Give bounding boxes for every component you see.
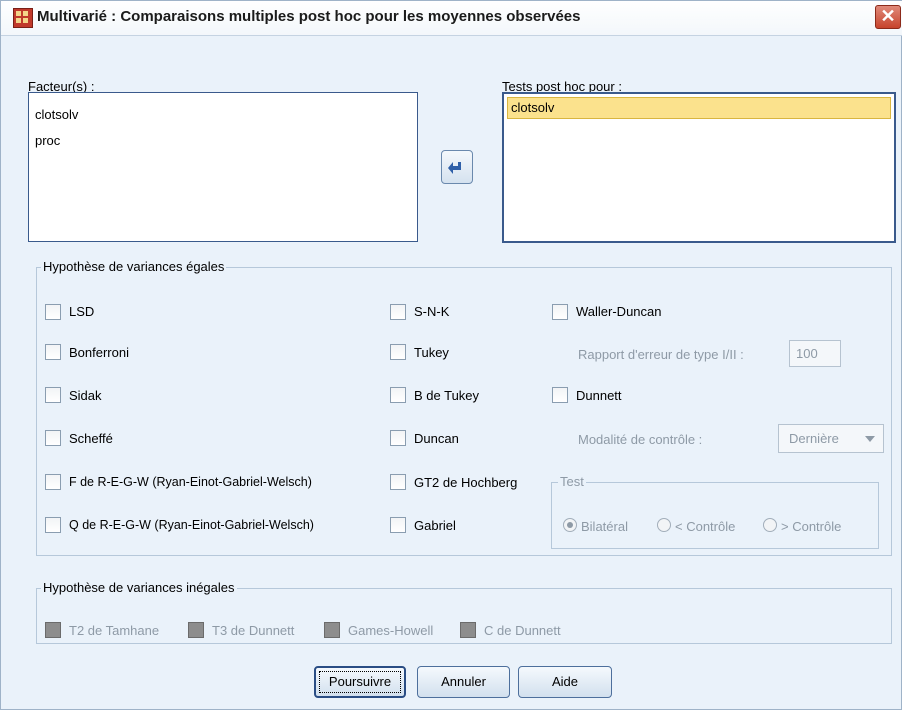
posthoc-item-label: clotsolv	[511, 100, 555, 115]
equal-variances-legend: Hypothèse de variances égales	[41, 259, 227, 274]
dunnett-t3-checkbox[interactable]	[188, 622, 204, 638]
greater-than-control-radio[interactable]	[763, 518, 777, 532]
factor-item-proc[interactable]: proc	[35, 133, 60, 148]
gabriel-checkbox[interactable]	[390, 517, 406, 533]
bonferroni-label: Bonferroni	[69, 345, 129, 360]
dunnett-checkbox[interactable]	[552, 387, 568, 403]
error-ratio-input[interactable]: 100	[789, 340, 841, 367]
scheffe-checkbox[interactable]	[45, 430, 61, 446]
dunnett-c-checkbox[interactable]	[460, 622, 476, 638]
unequal-variances-legend: Hypothèse de variances inégales	[41, 580, 237, 595]
duncan-checkbox[interactable]	[390, 430, 406, 446]
games-howell-checkbox[interactable]	[324, 622, 340, 638]
less-than-control-label: < Contrôle	[675, 519, 736, 534]
tamhane-t2-label: T2 de Tamhane	[69, 623, 160, 638]
test-subgroup: Test	[551, 474, 879, 549]
move-to-posthoc-button[interactable]	[441, 150, 473, 184]
tamhane-t2-checkbox[interactable]	[45, 622, 61, 638]
less-than-control-radio[interactable]	[657, 518, 671, 532]
waller-duncan-label: Waller-Duncan	[576, 304, 662, 319]
snk-label: S-N-K	[414, 304, 450, 319]
control-category-select[interactable]: Dernière	[778, 424, 884, 453]
tukey-label: Tukey	[414, 345, 449, 360]
lsd-label: LSD	[69, 304, 95, 319]
continue-button[interactable]: Poursuivre	[314, 666, 406, 698]
title-bar[interactable]: Multivarié : Comparaisons multiples post…	[1, 1, 902, 36]
factors-listbox[interactable]: clotsolv proc	[28, 92, 418, 242]
posthoc-listbox[interactable]: clotsolv	[502, 92, 896, 243]
sidak-checkbox[interactable]	[45, 387, 61, 403]
factor-item-clotsolv[interactable]: clotsolv	[35, 107, 78, 122]
duncan-label: Duncan	[414, 431, 459, 446]
waller-duncan-checkbox[interactable]	[552, 304, 568, 320]
dunnett-label: Dunnett	[576, 388, 622, 403]
dunnett-c-label: C de Dunnett	[484, 623, 561, 638]
hochberg-gt2-checkbox[interactable]	[390, 474, 406, 490]
f-regw-label: F de R-E-G-W (Ryan-Einot-Gabriel-Welsch)	[69, 475, 312, 489]
window-title: Multivarié : Comparaisons multiples post…	[37, 8, 581, 25]
games-howell-label: Games-Howell	[348, 623, 434, 638]
test-legend: Test	[558, 474, 586, 489]
arrow-left-icon	[448, 162, 461, 174]
bilateral-radio[interactable]	[563, 518, 577, 532]
tukey-checkbox[interactable]	[390, 344, 406, 360]
close-button[interactable]: ✕	[875, 5, 901, 29]
error-ratio-label: Rapport d'erreur de type I/II :	[578, 347, 744, 362]
tukey-b-checkbox[interactable]	[390, 387, 406, 403]
snk-checkbox[interactable]	[390, 304, 406, 320]
bilateral-label: Bilatéral	[581, 519, 628, 534]
bonferroni-checkbox[interactable]	[45, 344, 61, 360]
dunnett-t3-label: T3 de Dunnett	[212, 623, 295, 638]
help-button[interactable]: Aide	[518, 666, 612, 698]
scheffe-label: Scheffé	[69, 431, 113, 446]
gabriel-label: Gabriel	[414, 518, 456, 533]
q-regw-label: Q de R-E-G-W (Ryan-Einot-Gabriel-Welsch)	[69, 518, 314, 532]
app-grid-icon	[13, 8, 33, 28]
lsd-checkbox[interactable]	[45, 304, 61, 320]
greater-than-control-label: > Contrôle	[781, 519, 842, 534]
control-category-label: Modalité de contrôle :	[578, 432, 703, 447]
dialog-window: Multivarié : Comparaisons multiples post…	[0, 0, 902, 710]
chevron-down-icon	[865, 436, 875, 442]
focus-ring	[319, 671, 401, 693]
hochberg-gt2-label: GT2 de Hochberg	[414, 475, 518, 490]
cancel-label: Annuler	[441, 674, 486, 689]
f-regw-checkbox[interactable]	[45, 474, 61, 490]
help-label: Aide	[551, 674, 579, 689]
q-regw-checkbox[interactable]	[45, 517, 61, 533]
cancel-button[interactable]: Annuler	[417, 666, 510, 698]
close-icon: ✕	[880, 6, 896, 26]
posthoc-item-clotsolv[interactable]: clotsolv	[507, 97, 891, 119]
tukey-b-label: B de Tukey	[414, 388, 480, 403]
control-category-value: Dernière	[789, 431, 839, 446]
sidak-label: Sidak	[69, 388, 102, 403]
